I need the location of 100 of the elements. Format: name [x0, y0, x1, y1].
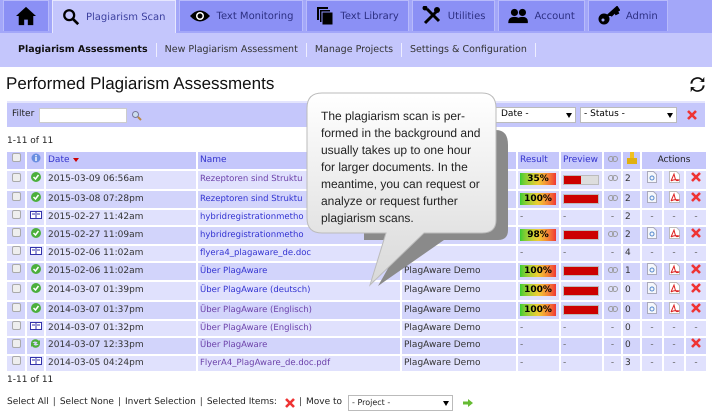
- result-badge: 100%: [520, 264, 556, 276]
- checkbox[interactable]: [12, 192, 20, 201]
- pagination-count: 1-11 of 11: [7, 374, 54, 386]
- project-name: PlagAware Demo: [404, 358, 480, 368]
- report-icon[interactable]: [647, 171, 657, 183]
- nav-tab[interactable]: Account: [498, 0, 585, 31]
- delete-icon[interactable]: [691, 172, 701, 182]
- preview-bar: [563, 266, 599, 276]
- separator: |: [118, 396, 121, 410]
- count-text: 0: [625, 340, 631, 350]
- refresh-icon[interactable]: [689, 76, 706, 92]
- delete-icon[interactable]: [691, 192, 701, 202]
- empty-dash: -: [563, 322, 566, 332]
- empty-dash: -: [650, 358, 654, 368]
- empty-dash: -: [694, 212, 698, 222]
- document-link[interactable]: Über PlagAware: [200, 266, 268, 276]
- date-text: 2014-03-07 01:39pm: [48, 285, 144, 295]
- pdf-icon[interactable]: [668, 171, 680, 183]
- pdf-icon[interactable]: [668, 302, 680, 314]
- report-icon[interactable]: [647, 262, 657, 274]
- column-header[interactable]: Date: [48, 154, 70, 164]
- checkbox[interactable]: [12, 264, 20, 273]
- checkbox[interactable]: [12, 321, 20, 330]
- nav-tab[interactable]: Plagiarism Scan: [52, 0, 176, 33]
- empty-dash: -: [610, 322, 614, 332]
- count-text: 0: [625, 304, 631, 314]
- book-icon: [30, 246, 42, 254]
- selected-items-label: Selected Items:: [206, 396, 277, 410]
- home-tab[interactable]: [3, 0, 49, 31]
- date-text: 2014-03-07 01:37pm: [48, 304, 144, 314]
- date-text: 2015-03-08 07:28pm: [48, 194, 144, 204]
- pdf-icon[interactable]: [668, 226, 680, 238]
- pdf-icon[interactable]: [668, 262, 680, 274]
- checkbox[interactable]: [12, 356, 20, 365]
- report-icon[interactable]: [647, 226, 657, 238]
- delete-icon[interactable]: [691, 228, 701, 238]
- result-badge: 35%: [520, 173, 556, 185]
- column-header: Actions: [658, 154, 690, 164]
- filter-field[interactable]: [39, 108, 128, 122]
- empty-dash: -: [610, 248, 614, 258]
- delete-icon[interactable]: [691, 264, 701, 274]
- selection-link[interactable]: Invert Selection: [125, 396, 196, 410]
- delete-icon[interactable]: [691, 302, 701, 312]
- checkbox[interactable]: [12, 210, 20, 219]
- subnav-link[interactable]: New Plagiarism Assessment: [156, 42, 306, 58]
- go-arrow-icon[interactable]: [463, 399, 474, 407]
- documents-icon: [316, 6, 334, 26]
- link-icon[interactable]: [608, 286, 618, 292]
- link-icon: [608, 156, 618, 162]
- report-icon[interactable]: [647, 302, 657, 314]
- selection-link[interactable]: Select All: [7, 396, 49, 410]
- delete-icon[interactable]: [691, 283, 701, 293]
- checkbox[interactable]: [12, 172, 20, 182]
- checkbox[interactable]: [12, 284, 20, 292]
- nav-tab[interactable]: Admin: [588, 0, 668, 31]
- document-link[interactable]: hybridregistrationmetho: [200, 212, 304, 222]
- column-header[interactable]: Name: [200, 154, 227, 164]
- checkbox[interactable]: [12, 153, 20, 162]
- book-icon: [30, 322, 42, 330]
- report-icon[interactable]: [647, 190, 657, 202]
- subnav-link[interactable]: Manage Projects: [306, 42, 402, 58]
- search-icon[interactable]: [131, 110, 142, 120]
- link-icon[interactable]: [608, 230, 618, 236]
- done-icon: [30, 228, 40, 238]
- preview-bar: [563, 194, 599, 204]
- checkbox[interactable]: [12, 228, 20, 237]
- link-icon[interactable]: [608, 306, 618, 312]
- empty-dash: -: [520, 212, 524, 222]
- done-icon: [30, 302, 40, 312]
- eye-icon: [188, 9, 211, 23]
- checkbox[interactable]: [12, 338, 20, 348]
- delete-icon[interactable]: [691, 338, 701, 348]
- pdf-icon[interactable]: [668, 190, 680, 202]
- preview-bar: [563, 286, 599, 296]
- delete-selected-icon[interactable]: [284, 398, 295, 408]
- clear-filter-icon[interactable]: [687, 110, 697, 120]
- empty-dash: -: [610, 358, 614, 368]
- link-icon[interactable]: [608, 194, 618, 200]
- nav-tab[interactable]: Utilities: [412, 0, 496, 31]
- checkbox[interactable]: [12, 246, 20, 255]
- empty-dash: -: [650, 340, 654, 350]
- subnav-link[interactable]: Settings & Configuration: [402, 42, 535, 58]
- book-icon: [30, 210, 42, 218]
- date-text: 2015-02-27 11:09am: [48, 230, 144, 240]
- checkbox[interactable]: [12, 303, 20, 312]
- link-icon[interactable]: [608, 266, 618, 272]
- home-icon: [15, 6, 37, 26]
- nav-tab[interactable]: Text Library: [306, 0, 409, 31]
- date-text: 2014-03-05 04:24pm: [48, 358, 144, 368]
- search-icon: [62, 8, 80, 26]
- document-link[interactable]: Rezeptoren sind Struktu: [200, 194, 303, 204]
- done-icon: [30, 264, 40, 274]
- pdf-icon[interactable]: [668, 282, 680, 294]
- selection-link[interactable]: Select None: [60, 396, 114, 410]
- link-icon[interactable]: [608, 175, 618, 181]
- nav-tab[interactable]: Text Monitoring: [178, 0, 304, 31]
- report-icon[interactable]: [647, 282, 657, 294]
- result-badge: 100%: [520, 192, 556, 204]
- subnav-link[interactable]: Plagiarism Assessments: [10, 42, 156, 58]
- recycle-icon: [30, 338, 41, 348]
